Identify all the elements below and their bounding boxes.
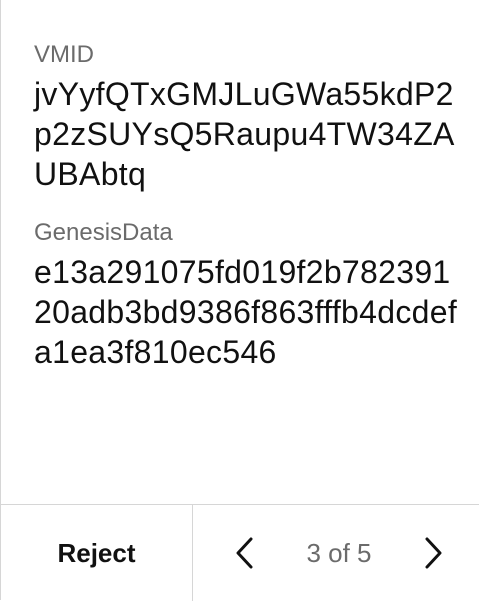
- pager: 3 of 5: [193, 505, 479, 601]
- field-genesis-data: GenesisData e13a291075fd019f2b78239120ad…: [34, 218, 463, 372]
- previous-page-button[interactable]: [229, 533, 261, 573]
- detail-panel: VMID jvYyfQTxGMJLuGWa55kdP2p2zSUYsQ5Raup…: [0, 0, 479, 601]
- field-label-vmid: VMID: [34, 41, 94, 68]
- reject-button[interactable]: Reject: [1, 505, 193, 601]
- chevron-left-icon: [236, 537, 253, 569]
- field-value-vmid: jvYyfQTxGMJLuGWa55kdP2p2zSUYsQ5Raupu4TW3…: [34, 76, 455, 192]
- next-page-button[interactable]: [417, 533, 449, 573]
- detail-content: VMID jvYyfQTxGMJLuGWa55kdP2p2zSUYsQ5Raup…: [34, 40, 463, 372]
- page-indicator: 3 of 5: [306, 537, 372, 568]
- action-footer: Reject 3 of 5: [1, 504, 479, 601]
- field-vmid: VMID jvYyfQTxGMJLuGWa55kdP2p2zSUYsQ5Raup…: [34, 40, 463, 194]
- chevron-right-icon: [425, 537, 442, 569]
- field-label-genesis-data: GenesisData: [34, 219, 173, 246]
- field-value-genesis-data: e13a291075fd019f2b78239120adb3bd9386f863…: [34, 254, 458, 370]
